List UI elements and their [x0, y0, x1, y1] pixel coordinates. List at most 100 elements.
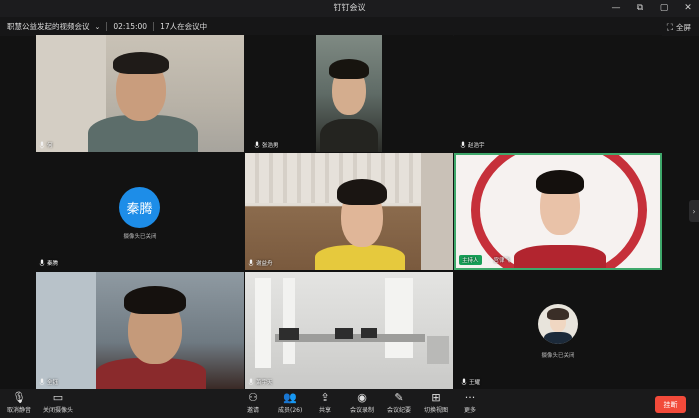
participant-name-tag: 全钰: [39, 378, 58, 386]
minimize-icon[interactable]: —: [611, 2, 621, 14]
mute-label: 取消静音: [7, 407, 32, 414]
pen-icon: ✎: [394, 391, 404, 404]
record-button[interactable]: ◉ 会议录制: [350, 391, 374, 414]
video-tile[interactable]: 赵浩宇: [454, 35, 662, 152]
participant-name-tag: 张浩男: [254, 141, 279, 149]
video-feed: [316, 35, 382, 152]
avatar: 秦腾: [119, 187, 160, 228]
video-tile[interactable]: 全钰: [36, 272, 244, 389]
video-curtain: [421, 153, 453, 270]
avatar-body: [544, 332, 572, 344]
end-call-button[interactable]: 挂断: [655, 396, 686, 413]
video-person: [315, 245, 405, 270]
members-icon: 👥: [283, 391, 298, 404]
record-icon: ◉: [357, 391, 367, 404]
camera-label: 关闭摄像头: [43, 407, 74, 414]
members-label: 成员(26): [278, 407, 303, 414]
title-bar: 钉钉会议 — ⧉ ▢ ✕: [0, 0, 699, 17]
chevron-right-icon[interactable]: ›: [689, 200, 699, 222]
video-tile[interactable]: 摄像头已关闭 王耀: [454, 272, 662, 389]
video-monitor: [361, 328, 377, 338]
participant-name-tag: 何: [39, 141, 53, 149]
invite-button[interactable]: ⚇ 邀请: [247, 391, 259, 414]
fullscreen-button[interactable]: ⛶ 全屏: [667, 22, 691, 33]
participant-name-tag: 秦腾: [39, 259, 58, 267]
participant-name: 秦腾: [47, 261, 59, 267]
video-monitor: [279, 328, 299, 340]
restore-icon[interactable]: ⧉: [635, 2, 645, 14]
share-label: 共享: [319, 407, 332, 414]
mute-button[interactable]: 🎙 取消静音: [7, 391, 31, 414]
chevron-down-icon[interactable]: ⌄: [95, 23, 101, 31]
video-window: [385, 278, 413, 358]
share-screen-icon: ⇪: [320, 391, 330, 404]
participant-name: 何: [47, 143, 53, 149]
video-tile[interactable]: 萧宇天: [245, 272, 453, 389]
divider: [106, 22, 108, 31]
minutes-button[interactable]: ✎ 会议纪要: [387, 391, 411, 414]
members-button[interactable]: 👥 成员(26): [278, 391, 302, 414]
more-icon: ···: [464, 391, 476, 404]
participant-name: 萧宇天: [256, 380, 273, 386]
video-window: [255, 278, 271, 368]
participant-name-tag: 谢益舟: [248, 259, 273, 267]
video-tile[interactable]: 秦腾 摄像头已关闭 秦腾: [36, 153, 244, 270]
record-label: 会议录制: [350, 407, 375, 414]
camera-off-text: 摄像头已关闭: [541, 353, 575, 359]
video-person-hair: [113, 52, 169, 74]
mic-icon: [39, 378, 45, 385]
participant-name-tag: 主持人 宫律飞: [459, 255, 510, 265]
maximize-icon[interactable]: ▢: [659, 2, 669, 14]
video-person-hair: [536, 170, 584, 194]
mic-icon: [248, 378, 254, 385]
participant-status: 17人在会议中: [160, 22, 208, 31]
add-user-icon: ⚇: [248, 391, 258, 404]
grid-icon: ⊞: [431, 391, 441, 404]
video-person: [514, 245, 606, 268]
mic-icon: [254, 141, 260, 148]
video-window: [283, 278, 295, 364]
minutes-label: 会议纪要: [387, 407, 412, 414]
participant-name: 宫律飞: [493, 258, 511, 264]
video-background: [36, 272, 96, 389]
window-controls: — ⧉ ▢ ✕: [611, 2, 693, 14]
mic-icon: [460, 141, 466, 148]
video-person-hair: [329, 59, 369, 79]
layout-button[interactable]: ⊞ 切换视图: [424, 391, 448, 414]
video-tile[interactable]: 张浩男: [245, 35, 453, 152]
participant-name-tag: 赵浩宇: [460, 141, 485, 149]
participant-name-tag: 萧宇天: [248, 378, 273, 386]
mic-icon: [39, 259, 45, 266]
video-person-hair: [124, 286, 186, 314]
meeting-info-bar: 职慧公益发起的视频会议 ⌄ 02:15:00 17人在会议中 ⛶ 全屏: [0, 17, 699, 36]
mic-icon: [461, 378, 467, 385]
share-button[interactable]: ⇪ 共享: [319, 391, 331, 414]
video-person: [320, 119, 378, 152]
host-badge: 主持人: [459, 255, 482, 265]
camera-button[interactable]: ▭ 关闭摄像头: [43, 391, 73, 414]
mic-icon: [486, 256, 491, 263]
video-monitor: [335, 328, 353, 339]
participant-name: 全钰: [47, 380, 59, 386]
more-label: 更多: [464, 407, 477, 414]
mic-icon: [248, 259, 254, 266]
participant-name-tag: 王耀: [461, 378, 480, 386]
video-tile[interactable]: 主持人 宫律飞: [454, 153, 662, 270]
invite-label: 邀请: [247, 407, 260, 414]
close-icon[interactable]: ✕: [683, 2, 693, 14]
camera-off-text: 摄像头已关闭: [123, 234, 157, 240]
video-tile[interactable]: 何: [36, 35, 244, 152]
elapsed-time: 02:15:00: [113, 22, 148, 31]
mic-icon: 🎙: [12, 391, 26, 404]
avatar-hair: [547, 308, 569, 320]
avatar: [538, 304, 578, 344]
more-button[interactable]: ··· 更多: [464, 391, 476, 414]
video-tile[interactable]: 谢益舟: [245, 153, 453, 270]
app-title: 钉钉会议: [333, 3, 366, 12]
fullscreen-label: 全屏: [676, 23, 691, 32]
participant-name: 张浩男: [262, 143, 279, 149]
layout-label: 切换视图: [424, 407, 449, 414]
video-person-hair: [337, 179, 387, 205]
meeting-name[interactable]: 职慧公益发起的视频会议: [7, 21, 90, 32]
participant-name: 赵浩宇: [468, 143, 485, 149]
